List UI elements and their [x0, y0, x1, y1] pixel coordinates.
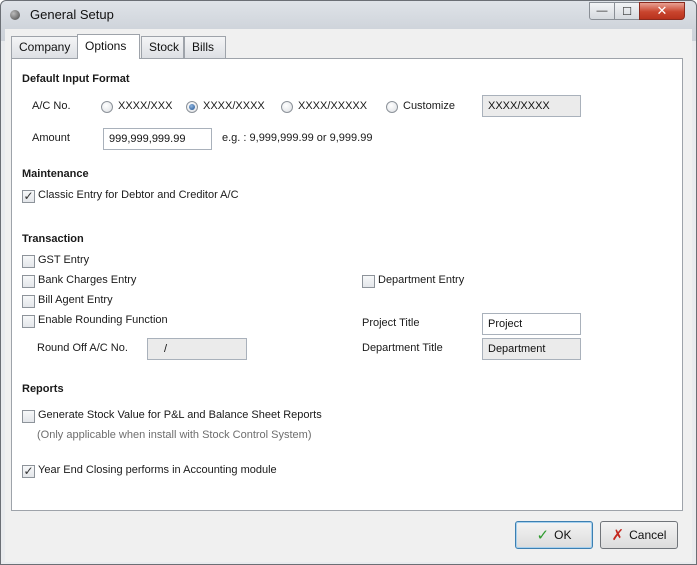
- acno-format-label-3: XXXX/XXXXX: [298, 100, 368, 112]
- year-end-checkbox[interactable]: ✓: [22, 465, 35, 478]
- project-title-field[interactable]: Project: [482, 313, 581, 335]
- bill-agent-checkbox[interactable]: [22, 295, 35, 308]
- round-off-account-field[interactable]: /: [147, 338, 247, 360]
- cancel-button[interactable]: ✗ Cancel: [600, 521, 678, 549]
- general-setup-window: General Setup — ☐ ✕ Company Options Stoc…: [0, 0, 697, 565]
- ok-button-label: OK: [554, 528, 572, 542]
- bill-agent-label: Bill Agent Entry: [38, 294, 113, 306]
- checkmark-icon: ✓: [23, 189, 34, 203]
- acno-format-label-1: XXXX/XXX: [118, 100, 173, 112]
- department-entry-checkbox[interactable]: [362, 275, 375, 288]
- maintenance-heading: Maintenance: [22, 168, 89, 180]
- department-entry-label: Department Entry: [378, 274, 465, 286]
- gst-entry-label: GST Entry: [38, 254, 90, 266]
- check-icon: ✓: [536, 526, 550, 544]
- close-icon: ✕: [656, 3, 668, 18]
- bank-charges-label: Bank Charges Entry: [38, 274, 137, 286]
- department-title-field[interactable]: Department: [482, 338, 581, 360]
- tab-company[interactable]: Company: [11, 36, 78, 58]
- checkmark-icon: ✓: [23, 464, 34, 478]
- amount-example-text: e.g. : 9,999,999.99 or 9,999.99: [222, 132, 373, 144]
- classic-entry-checkbox[interactable]: ✓: [22, 190, 35, 203]
- dialog-client-area: Company Options Stock Bills Default Inpu…: [5, 29, 692, 562]
- department-title-label: Department Title: [362, 342, 443, 354]
- cancel-button-label: Cancel: [629, 528, 667, 542]
- minimize-button[interactable]: —: [589, 2, 615, 20]
- rounding-label: Enable Rounding Function: [38, 314, 168, 326]
- rounding-checkbox[interactable]: [22, 315, 35, 328]
- bank-charges-checkbox[interactable]: [22, 275, 35, 288]
- x-icon: ✗: [611, 526, 625, 544]
- amount-label: Amount: [32, 132, 70, 144]
- window-title: General Setup: [30, 7, 114, 22]
- options-panel: Default Input Format A/C No. XXXX/XXX XX…: [11, 58, 683, 511]
- tab-stock[interactable]: Stock: [141, 36, 184, 58]
- acno-format-radio-customize[interactable]: [386, 101, 398, 113]
- acno-format-radio-3[interactable]: [281, 101, 293, 113]
- customize-format-field[interactable]: XXXX/XXXX: [482, 95, 581, 117]
- year-end-label: Year End Closing performs in Accounting …: [38, 464, 277, 476]
- transaction-heading: Transaction: [22, 233, 84, 245]
- gst-entry-checkbox[interactable]: [22, 255, 35, 268]
- title-bar[interactable]: General Setup — ☐ ✕: [1, 1, 696, 29]
- maximize-icon: ☐: [622, 5, 632, 18]
- stock-value-note: (Only applicable when install with Stock…: [37, 429, 312, 441]
- classic-entry-label: Classic Entry for Debtor and Creditor A/…: [38, 189, 239, 201]
- round-off-label: Round Off A/C No.: [37, 342, 128, 354]
- acno-format-label-customize: Customize: [403, 100, 455, 112]
- acno-format-label-2: XXXX/XXXX: [203, 100, 265, 112]
- project-title-label: Project Title: [362, 317, 420, 329]
- acno-format-radio-2[interactable]: [186, 101, 198, 113]
- minimize-icon: —: [596, 5, 608, 17]
- stock-value-label: Generate Stock Value for P&L and Balance…: [38, 409, 322, 421]
- reports-heading: Reports: [22, 383, 64, 395]
- app-icon: [10, 10, 20, 20]
- stock-value-checkbox[interactable]: [22, 410, 35, 423]
- amount-format-field[interactable]: 999,999,999.99: [103, 128, 212, 150]
- tab-options[interactable]: Options: [77, 34, 140, 59]
- close-button[interactable]: ✕: [639, 2, 685, 20]
- acno-format-radio-1[interactable]: [101, 101, 113, 113]
- default-input-format-heading: Default Input Format: [22, 73, 130, 85]
- maximize-button[interactable]: ☐: [614, 2, 640, 20]
- acno-label: A/C No.: [32, 100, 71, 112]
- ok-button[interactable]: ✓ OK: [515, 521, 593, 549]
- tab-bills[interactable]: Bills: [184, 36, 226, 58]
